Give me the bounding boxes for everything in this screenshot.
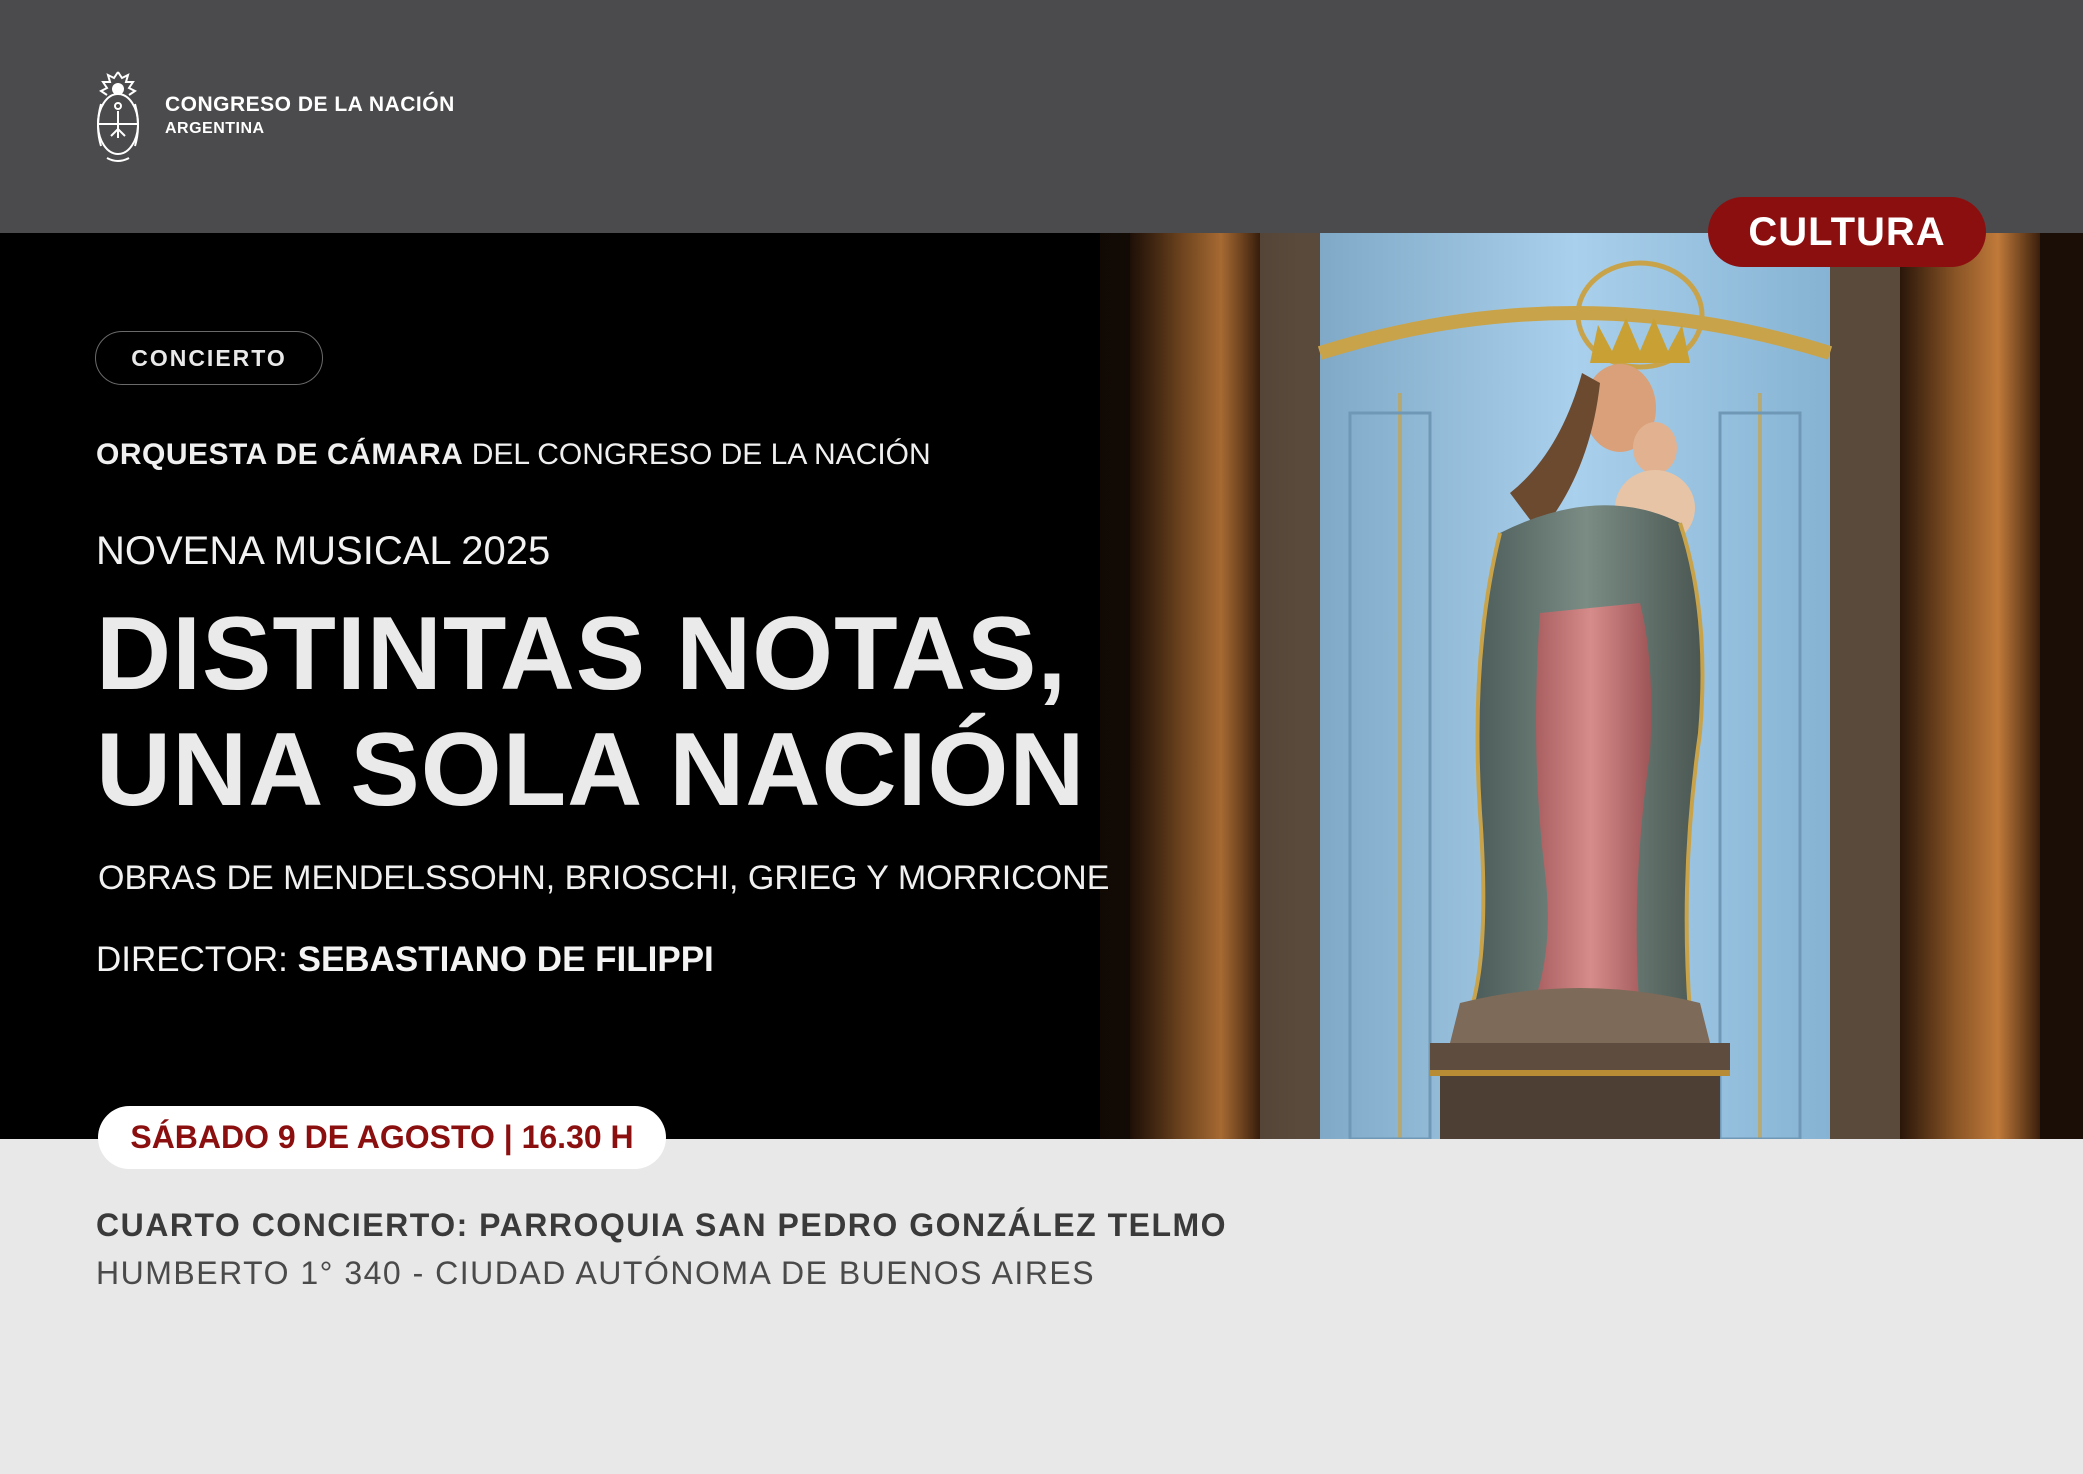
institution-name: CONGRESO DE LA NACIÓN ARGENTINA [165,92,455,140]
institution-country: ARGENTINA [165,120,265,137]
director-name: SEBASTIANO DE FILIPPI [297,940,714,979]
category-badge: CULTURA [1708,197,1986,267]
date-time-badge: SÁBADO 9 DE AGOSTO | 16.30 H [98,1106,666,1169]
orchestra-name-rest: DEL CONGRESO DE LA NACIÓN [471,438,931,471]
program-works: OBRAS DE MENDELSSOHN, BRIOSCHI, GRIEG Y … [98,859,1110,897]
event-type-tag: CONCIERTO [95,331,323,385]
event-title-line1: DISTINTAS NOTAS, [96,596,1068,712]
event-title-line2: UNA SOLA NACIÓN [96,712,1086,828]
coat-of-arms-icon [97,71,139,162]
orchestra-name: ORQUESTA DE CÁMARA DEL CONGRESO DE LA NA… [96,438,931,472]
event-title: DISTINTAS NOTAS, UNA SOLA NACIÓN [96,596,1196,828]
director-label: DIRECTOR: [96,940,288,979]
venue-address: HUMBERTO 1° 340 - CIUDAD AUTÓNOMA DE BUE… [96,1255,1096,1291]
institution-title: CONGRESO DE LA NACIÓN [165,93,455,116]
director-line: DIRECTOR: SEBASTIANO DE FILIPPI [96,940,714,980]
series-name: NOVENA MUSICAL 2025 [96,529,551,573]
orchestra-name-bold: ORQUESTA DE CÁMARA [96,438,464,471]
institution-logo: CONGRESO DE LA NACIÓN ARGENTINA [93,66,455,166]
venue-name: CUARTO CONCIERTO: PARROQUIA SAN PEDRO GO… [96,1207,1228,1243]
